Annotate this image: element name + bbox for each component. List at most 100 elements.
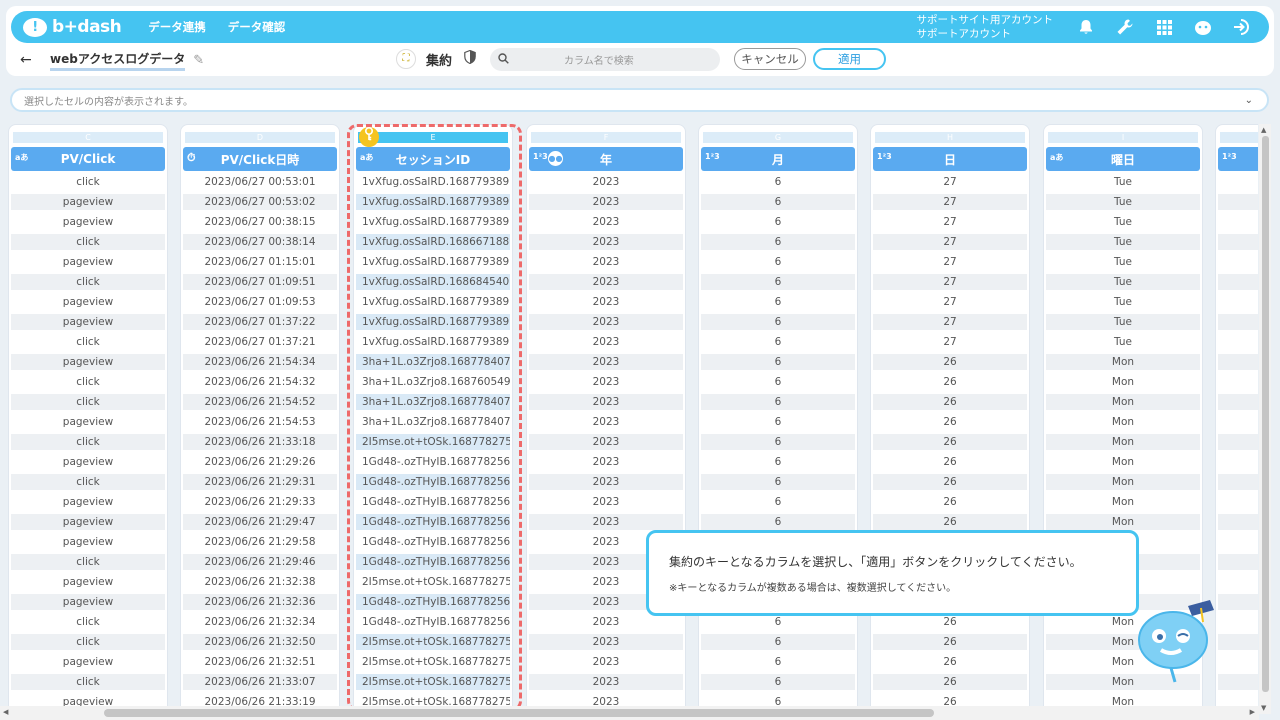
table-cell[interactable]: 1Gd48-.ozTHyIB.168778256... bbox=[356, 554, 510, 570]
table-cell[interactable]: 2023/06/26 21:29:31 bbox=[183, 474, 337, 490]
table-cell[interactable]: 6 bbox=[701, 334, 855, 350]
column-d[interactable]: D ⏱ PV/Click日時 2023/06/27 00:53:01 2023/06/2… bbox=[180, 124, 340, 708]
table-cell[interactable]: 6 bbox=[701, 494, 855, 510]
table-cell[interactable]: 2023/06/27 01:15:01 bbox=[183, 254, 337, 270]
table-cell[interactable]: 2023/06/27 00:53:01 bbox=[183, 174, 337, 190]
cancel-button[interactable]: キャンセル bbox=[734, 48, 806, 70]
table-cell[interactable]: Tue bbox=[1046, 254, 1200, 270]
table-cell[interactable]: 2023/06/27 00:38:14 bbox=[183, 234, 337, 250]
table-cell[interactable]: 1vXfug.osSalRD.1687793895... bbox=[356, 194, 510, 210]
column-search-input[interactable]: カラム名で検索 bbox=[490, 48, 720, 71]
pencil-icon[interactable]: ✎ bbox=[193, 53, 204, 68]
table-cell[interactable]: pageview bbox=[11, 254, 165, 270]
table-cell[interactable]: 2023/06/26 21:32:38 bbox=[183, 574, 337, 590]
table-cell[interactable]: 26 bbox=[873, 394, 1027, 410]
column-header[interactable]: ⏱ PV/Click日時 bbox=[183, 147, 337, 171]
table-cell[interactable] bbox=[1218, 394, 1258, 410]
table-cell[interactable] bbox=[1218, 314, 1258, 330]
table-cell[interactable]: 27 bbox=[873, 174, 1027, 190]
table-cell[interactable]: 2023 bbox=[529, 514, 683, 530]
column-header[interactable]: aあ PV/Click bbox=[11, 147, 165, 171]
table-cell[interactable]: pageview bbox=[11, 354, 165, 370]
table-cell[interactable] bbox=[1218, 474, 1258, 490]
table-cell[interactable]: 1Gd48-.ozTHyIB.168778256... bbox=[356, 594, 510, 610]
table-cell[interactable]: 27 bbox=[873, 274, 1027, 290]
table-cell[interactable]: 1vXfug.osSalRD.1686845405... bbox=[356, 274, 510, 290]
table-cell[interactable]: 2023/06/27 01:37:21 bbox=[183, 334, 337, 350]
aggregate-icon[interactable]: ⛶ bbox=[396, 49, 416, 69]
table-cell[interactable]: 2023 bbox=[529, 394, 683, 410]
table-cell[interactable]: 27 bbox=[873, 334, 1027, 350]
table-cell[interactable]: Tue bbox=[1046, 234, 1200, 250]
table-cell[interactable] bbox=[1218, 254, 1258, 270]
table-cell[interactable] bbox=[1218, 334, 1258, 350]
table-cell[interactable] bbox=[1218, 534, 1258, 550]
table-cell[interactable]: 2I5mse.ot+tOSk.168778275... bbox=[356, 574, 510, 590]
table-cell[interactable]: Mon bbox=[1046, 494, 1200, 510]
table-cell[interactable]: 2023/06/26 21:32:51 bbox=[183, 654, 337, 670]
nav-data-check[interactable]: データ確認 bbox=[228, 19, 286, 35]
table-cell[interactable]: click bbox=[11, 274, 165, 290]
horizontal-scrollbar[interactable]: ◀ ▶ bbox=[0, 706, 1259, 720]
table-cell[interactable]: 3ha+1L.o3Zrjo8.168778407... bbox=[356, 354, 510, 370]
wrench-icon[interactable] bbox=[1112, 14, 1138, 40]
table-cell[interactable]: 26 bbox=[873, 454, 1027, 470]
column-g[interactable]: G1²3月666666666666666666666666666 bbox=[698, 124, 858, 708]
table-cell[interactable]: 2023/06/26 21:29:47 bbox=[183, 514, 337, 530]
table-cell[interactable]: pageview bbox=[11, 514, 165, 530]
horizontal-scroll-thumb[interactable] bbox=[104, 709, 934, 717]
table-cell[interactable]: 2023 bbox=[529, 334, 683, 350]
table-cell[interactable]: 6 bbox=[701, 474, 855, 490]
table-cell[interactable] bbox=[1218, 194, 1258, 210]
column-header[interactable]: 1²3 bbox=[1218, 147, 1258, 171]
table-cell[interactable]: 2023 bbox=[529, 414, 683, 430]
table-cell[interactable]: Tue bbox=[1046, 194, 1200, 210]
scroll-down-icon[interactable]: ▼ bbox=[1261, 704, 1266, 712]
table-cell[interactable]: 26 bbox=[873, 474, 1027, 490]
table-cell[interactable]: click bbox=[11, 174, 165, 190]
table-cell[interactable]: 2023/06/26 21:32:34 bbox=[183, 614, 337, 630]
table-cell[interactable]: 6 bbox=[701, 354, 855, 370]
table-cell[interactable]: pageview bbox=[11, 454, 165, 470]
table-cell[interactable]: 2I5mse.ot+tOSk.168778275... bbox=[356, 654, 510, 670]
table-cell[interactable]: 2023/06/27 01:09:51 bbox=[183, 274, 337, 290]
table-cell[interactable]: 6 bbox=[701, 294, 855, 310]
table-cell[interactable]: 2023/06/27 00:53:02 bbox=[183, 194, 337, 210]
table-cell[interactable]: 27 bbox=[873, 194, 1027, 210]
table-cell[interactable] bbox=[1218, 654, 1258, 670]
table-cell[interactable]: 27 bbox=[873, 314, 1027, 330]
table-cell[interactable]: 2023 bbox=[529, 234, 683, 250]
table-cell[interactable] bbox=[1218, 234, 1258, 250]
table-cell[interactable]: 6 bbox=[701, 414, 855, 430]
table-cell[interactable] bbox=[1218, 174, 1258, 190]
column-e[interactable]: Eaあ セッションID 1vXfug.osSalRD.1687793895... 1v… bbox=[353, 124, 513, 708]
table-cell[interactable] bbox=[1218, 274, 1258, 290]
table-cell[interactable] bbox=[1218, 594, 1258, 610]
table-cell[interactable]: Mon bbox=[1046, 454, 1200, 470]
table-cell[interactable]: 2023/06/26 21:29:26 bbox=[183, 454, 337, 470]
chevron-down-icon[interactable]: ⌄ bbox=[1245, 95, 1253, 106]
table-cell[interactable]: 2023/06/26 21:54:32 bbox=[183, 374, 337, 390]
table-cell[interactable]: 6 bbox=[701, 434, 855, 450]
table-cell[interactable]: 26 bbox=[873, 354, 1027, 370]
table-cell[interactable]: 2I5mse.ot+tOSk.168778275... bbox=[356, 674, 510, 690]
table-cell[interactable]: 27 bbox=[873, 234, 1027, 250]
table-cell[interactable]: Tue bbox=[1046, 334, 1200, 350]
table-cell[interactable]: Mon bbox=[1046, 414, 1200, 430]
table-cell[interactable]: pageview bbox=[11, 214, 165, 230]
table-cell[interactable] bbox=[1218, 454, 1258, 470]
table-cell[interactable]: pageview bbox=[11, 494, 165, 510]
table-cell[interactable]: click bbox=[11, 334, 165, 350]
bell-icon[interactable] bbox=[1073, 14, 1099, 40]
table-cell[interactable]: 6 bbox=[701, 174, 855, 190]
table-cell[interactable]: pageview bbox=[11, 654, 165, 670]
table-cell[interactable]: 2023 bbox=[529, 254, 683, 270]
table-cell[interactable]: 26 bbox=[873, 514, 1027, 530]
table-cell[interactable]: 2023 bbox=[529, 214, 683, 230]
table-cell[interactable] bbox=[1218, 614, 1258, 630]
table-cell[interactable]: click bbox=[11, 674, 165, 690]
column-h[interactable]: H 1²3 日 27 27 27 27 27 27 27 27 27 26 26 26 26 26 26 26 26 2… bbox=[870, 124, 1030, 708]
table-cell[interactable]: 2023/06/26 21:54:53 bbox=[183, 414, 337, 430]
table-cell[interactable]: click bbox=[11, 634, 165, 650]
table-cell[interactable]: 2023/06/26 21:33:07 bbox=[183, 674, 337, 690]
